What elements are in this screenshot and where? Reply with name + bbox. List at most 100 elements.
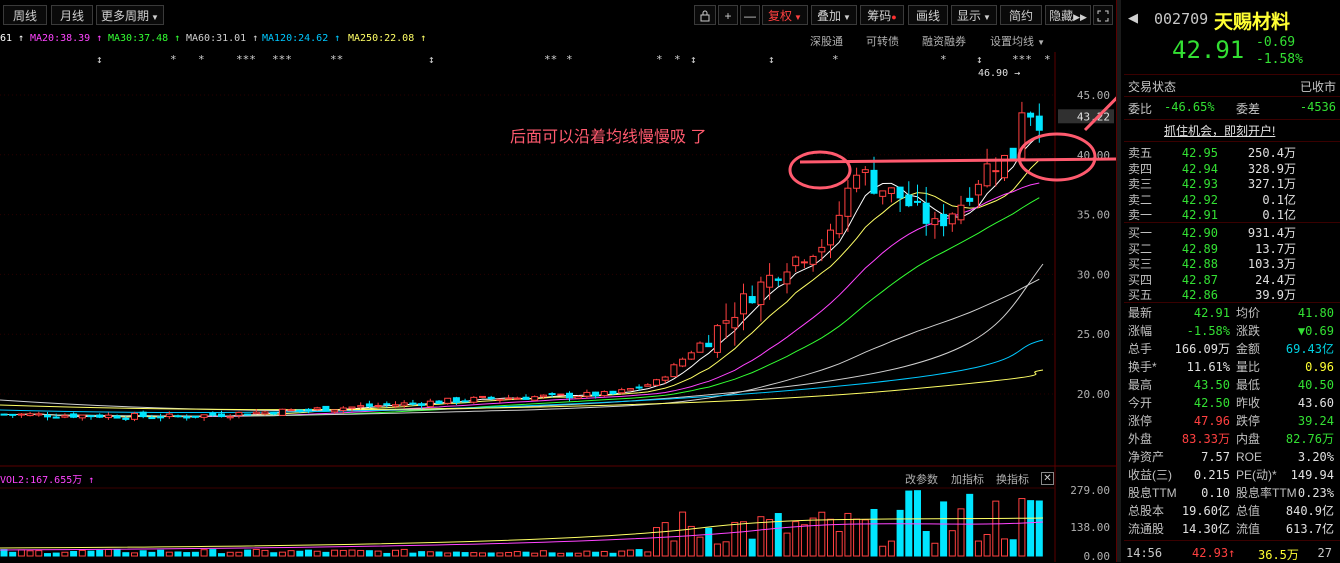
event-marker-icon: ↕ [428, 53, 435, 66]
stock-terminal: 周线 月线 更多周期 ▼ + — 复权 ▼ 叠加 ▼ 筹码● 画线 显示 ▼ 简约 隐藏… [0, 0, 1340, 562]
stat-label: 收益(三) [1128, 468, 1172, 482]
candle-body [270, 411, 278, 415]
candle-body [0, 413, 8, 416]
volume-bar [626, 549, 634, 557]
candle-body [287, 409, 295, 412]
volume-bar [748, 538, 756, 557]
ma30-line [3, 197, 1040, 417]
stat-value: 7.57 [1201, 450, 1230, 464]
volume-bar [383, 552, 391, 557]
volume-bar [9, 551, 17, 557]
volume-bar [983, 533, 991, 557]
candle-body [87, 415, 95, 418]
volume-bar [61, 551, 69, 557]
candle-body [235, 411, 243, 416]
candle-body [1009, 147, 1017, 160]
annotation-circle [788, 150, 852, 190]
volume-bar [296, 550, 304, 557]
candle-body [853, 174, 861, 189]
event-marker-icon: * [674, 53, 681, 66]
divider [1124, 222, 1340, 223]
volume-bar [261, 549, 269, 557]
volume-bar [496, 552, 504, 557]
open-account-link[interactable]: 抓住机会，即刻开户! [1164, 122, 1275, 139]
add-indicator-link[interactable]: 加指标 [951, 471, 984, 487]
stat-value: -1.58% [1186, 324, 1230, 338]
event-marker-icon: * [940, 53, 947, 66]
candle-body [122, 417, 130, 420]
volume-bar [479, 552, 486, 557]
volume-bar [870, 508, 878, 557]
close-indicator-button[interactable]: ✕ [1041, 472, 1054, 485]
candle-body [374, 404, 382, 407]
candle-body [96, 414, 104, 418]
stat-value: 149.94 [1290, 468, 1334, 482]
stats-row: 净资产 7.57 ROE 3.20% [1128, 448, 1338, 466]
event-marker-icon: ↕ [96, 53, 103, 66]
candle-body [148, 417, 156, 420]
stat-label: 流通股 [1128, 522, 1165, 536]
volume-bar [470, 552, 478, 557]
volume-bar [218, 553, 225, 557]
kline-chart-panel[interactable]: 周线 月线 更多周期 ▼ + — 复权 ▼ 叠加 ▼ 筹码● 画线 显示 ▼ 简约 隐藏… [0, 0, 1116, 562]
candle-body [696, 342, 704, 353]
ma5-line [3, 134, 1040, 418]
volume-bar [948, 530, 956, 557]
stat-label: 金额 [1236, 342, 1261, 356]
volume-bar [922, 531, 930, 557]
stat-label: 最低 [1236, 378, 1261, 392]
candle-body [740, 293, 747, 315]
event-marker-icon: *** [236, 53, 256, 66]
volume-bar [35, 550, 43, 557]
volume-bar [766, 519, 774, 557]
volume-bar [131, 552, 138, 557]
volume-bar [809, 517, 817, 557]
stat-label: 均价 [1236, 306, 1261, 320]
stat-label: 最新 [1128, 306, 1153, 320]
ma60-line [3, 278, 1040, 417]
candle-body [44, 414, 51, 418]
modify-params-link[interactable]: 改参数 [905, 471, 938, 487]
chevron-left-icon[interactable]: ◀ [1128, 10, 1138, 26]
candle-body [705, 342, 713, 348]
volume-bar [235, 551, 243, 557]
candle-body [444, 397, 452, 404]
volume-bar [400, 548, 408, 557]
event-marker-icon: * [1044, 53, 1051, 66]
stat-label: 总股本 [1128, 504, 1165, 518]
candle-body [774, 278, 782, 281]
candle-body [731, 316, 739, 329]
candle-body [139, 411, 147, 418]
event-marker-icon: * [656, 53, 663, 66]
candle-body [644, 384, 652, 387]
candle-body [322, 405, 330, 412]
volume-bar [365, 550, 373, 557]
volume-bar [548, 552, 556, 557]
order-diff-label: 委差 [1236, 102, 1261, 116]
volume-bar [174, 551, 182, 557]
candle-body [131, 412, 138, 420]
candle-body [400, 402, 408, 406]
chart-canvas[interactable]: 45.0040.0035.0030.0025.0020.0043.22279.0… [0, 0, 1116, 562]
divider [1124, 540, 1340, 541]
candle-body [687, 352, 695, 360]
volume-bar [409, 552, 417, 557]
candle-body [835, 214, 843, 235]
candle-body [339, 407, 347, 411]
candle-body [104, 414, 112, 419]
candle-body [174, 415, 182, 418]
switch-indicator-link[interactable]: 换指标 [996, 471, 1029, 487]
stat-value: 0.96 [1305, 360, 1334, 374]
stat-value: 39.24 [1297, 414, 1334, 428]
close-icon: ✕ [1043, 473, 1052, 484]
volume-bar [618, 550, 626, 557]
volume-bar [592, 551, 600, 557]
event-marker-icon: * [170, 53, 177, 66]
volume-bar [774, 513, 782, 557]
stats-row: 今开 42.50 昨收 43.60 [1128, 394, 1338, 412]
volume-bar [200, 549, 208, 557]
stat-value: 3.20% [1297, 450, 1334, 464]
stat-label: 昨收 [1236, 396, 1261, 410]
stat-value: 14.30亿 [1181, 522, 1230, 536]
stat-value: 613.7亿 [1285, 522, 1334, 536]
